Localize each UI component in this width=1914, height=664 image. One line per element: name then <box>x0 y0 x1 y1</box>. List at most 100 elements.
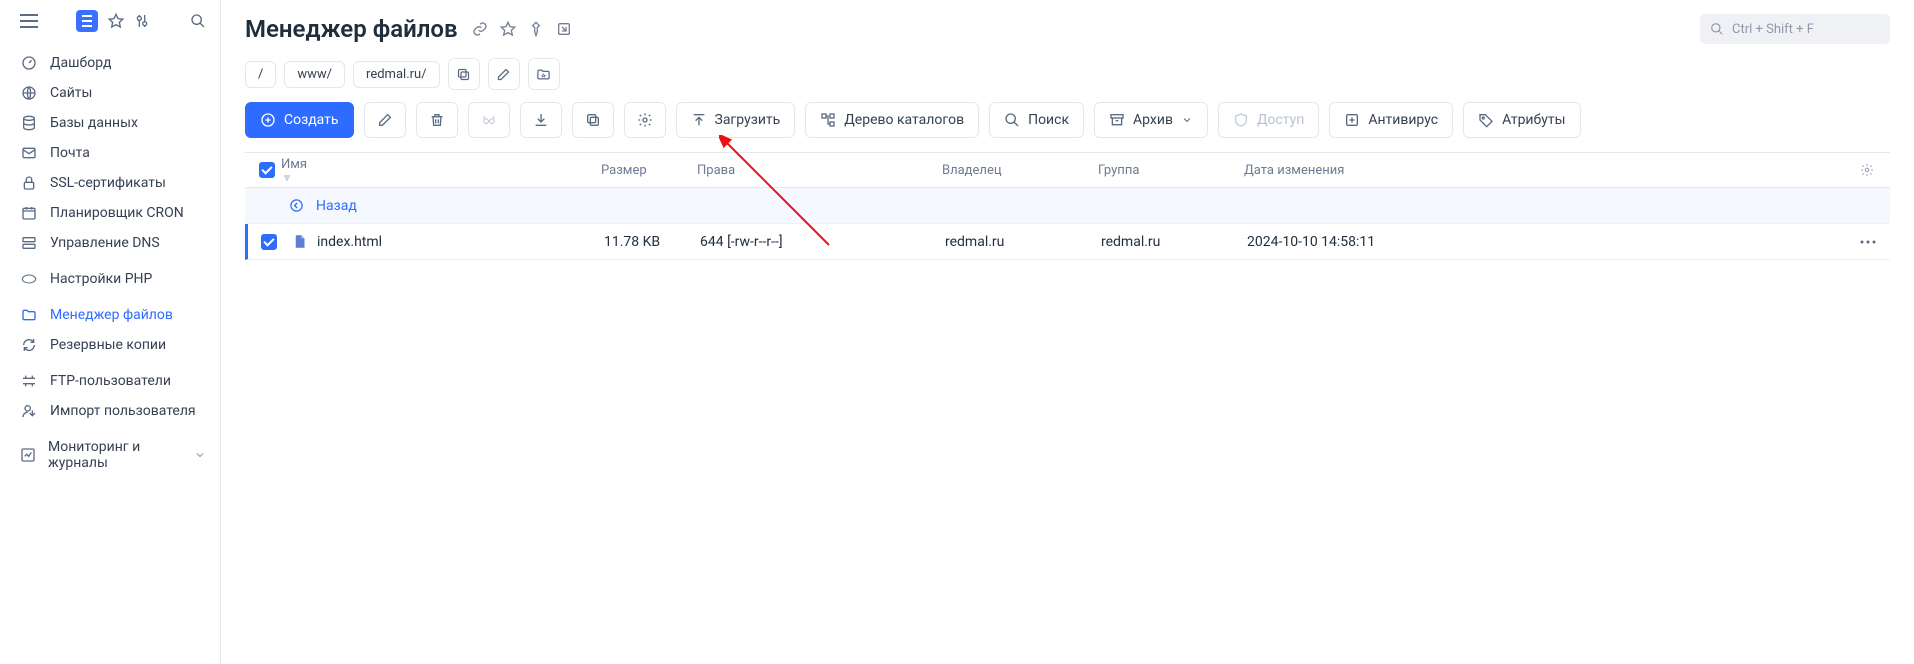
copy-button[interactable] <box>572 102 614 138</box>
file-date: 2024-10-10 14:58:11 <box>1247 234 1507 250</box>
sidebar-item-mail[interactable]: Почта <box>0 138 220 168</box>
global-search-input[interactable]: Ctrl + Shift + F <box>1700 14 1890 44</box>
expand-icon[interactable] <box>556 21 572 37</box>
preferences-icon[interactable] <box>134 13 150 29</box>
col-owner[interactable]: Владелец <box>942 163 1098 178</box>
tree-button[interactable]: Дерево каталогов <box>805 102 979 138</box>
download-button[interactable] <box>520 102 562 138</box>
gauge-icon <box>20 55 38 71</box>
attributes-button[interactable]: Атрибуты <box>1463 102 1580 138</box>
mail-icon <box>20 145 38 161</box>
sidebar-item-databases[interactable]: Базы данных <box>0 108 220 138</box>
sidebar-item-label: Почта <box>50 145 90 161</box>
upload-button[interactable]: Загрузить <box>676 102 796 138</box>
sidebar-item-file-manager[interactable]: Менеджер файлов <box>0 300 220 330</box>
antivirus-button[interactable]: Антивирус <box>1329 102 1453 138</box>
antivirus-label: Антивирус <box>1368 112 1438 128</box>
breadcrumb-www[interactable]: www/ <box>284 61 345 88</box>
edit-button[interactable] <box>364 102 406 138</box>
file-perm: 644 [-rw-r--r--] <box>700 234 945 250</box>
breadcrumb-domain[interactable]: redmal.ru/ <box>353 61 440 88</box>
sidebar-item-ssl[interactable]: SSL-сертификаты <box>0 168 220 198</box>
breadcrumb: / www/ redmal.ru/ <box>221 52 1914 102</box>
sidebar-item-label: Сайты <box>50 85 92 101</box>
tree-icon <box>820 112 836 128</box>
chevron-down-icon <box>1181 114 1193 126</box>
file-name: index.html <box>317 234 382 250</box>
pencil-icon <box>377 112 393 128</box>
back-row[interactable]: Назад <box>245 188 1890 224</box>
sidebar-item-label: Планировщик CRON <box>50 205 184 221</box>
tag-icon <box>1478 112 1494 128</box>
user-import-icon <box>20 403 38 419</box>
sidebar-item-label: Настройки PHP <box>50 271 152 287</box>
upload-label: Загрузить <box>715 112 781 128</box>
search-button[interactable]: Поиск <box>989 102 1084 138</box>
main-content: Менеджер файлов Ctrl + Shift + F / www/ … <box>221 0 1914 664</box>
sidebar-item-label: Резервные копии <box>50 337 166 353</box>
hamburger-icon[interactable] <box>20 14 38 28</box>
row-menu-icon[interactable] <box>1860 240 1890 244</box>
toolbar: Создать Загрузить Дерево каталогов Поиск <box>221 102 1914 152</box>
delete-button[interactable] <box>416 102 458 138</box>
globe-icon <box>20 85 38 101</box>
copy-icon <box>585 112 601 128</box>
archive-icon <box>1109 112 1125 128</box>
sidebar-item-label: FTP-пользователи <box>50 373 171 389</box>
table-settings-icon[interactable] <box>1860 163 1890 177</box>
col-perm[interactable]: Права <box>697 163 942 178</box>
select-all-checkbox[interactable] <box>259 162 275 178</box>
sidebar: Дашборд Сайты Базы данных Почта SSL-серт… <box>0 0 221 664</box>
star-icon[interactable] <box>500 21 516 37</box>
sidebar-item-monitoring[interactable]: Мониторинг и журналы <box>0 432 220 478</box>
sidebar-item-ftp[interactable]: FTP-пользователи <box>0 366 220 396</box>
table-row[interactable]: index.html 11.78 KB 644 [-rw-r--r--] red… <box>245 224 1890 260</box>
pin-icon[interactable] <box>528 21 544 37</box>
plus-circle-icon <box>260 112 276 128</box>
sidebar-item-label: Дашборд <box>50 55 111 71</box>
sidebar-item-cron[interactable]: Планировщик CRON <box>0 198 220 228</box>
download-icon <box>533 112 549 128</box>
search-label: Поиск <box>1028 112 1069 128</box>
tree-label: Дерево каталогов <box>844 112 964 128</box>
sidebar-item-dashboard[interactable]: Дашборд <box>0 48 220 78</box>
file-size: 11.78 KB <box>604 234 700 250</box>
create-button[interactable]: Создать <box>245 102 354 138</box>
php-icon <box>20 271 38 287</box>
file-group: redmal.ru <box>1101 234 1247 250</box>
breadcrumb-copy-button[interactable] <box>448 58 480 90</box>
sidebar-item-label: Управление DNS <box>50 235 160 251</box>
star-icon[interactable] <box>108 13 124 29</box>
breadcrumb-favorite-button[interactable] <box>528 58 560 90</box>
col-name[interactable]: Имя <box>281 157 601 184</box>
sidebar-item-php[interactable]: Настройки PHP <box>0 264 220 294</box>
row-checkbox[interactable] <box>261 234 277 250</box>
list-view-icon[interactable] <box>76 10 98 32</box>
back-label: Назад <box>316 198 357 214</box>
breadcrumb-root[interactable]: / <box>245 61 276 88</box>
sidebar-item-import[interactable]: Импорт пользователя <box>0 396 220 426</box>
ftp-icon <box>20 373 38 389</box>
chevron-down-icon <box>194 449 206 461</box>
col-size[interactable]: Размер <box>601 163 697 178</box>
col-group[interactable]: Группа <box>1098 163 1244 178</box>
breadcrumb-edit-button[interactable] <box>488 58 520 90</box>
view-button[interactable] <box>468 102 510 138</box>
database-icon <box>20 115 38 131</box>
sidebar-item-backups[interactable]: Резервные копии <box>0 330 220 360</box>
search-icon[interactable] <box>190 13 206 29</box>
link-icon[interactable] <box>472 21 488 37</box>
archive-button[interactable]: Архив <box>1094 102 1208 138</box>
sidebar-item-sites[interactable]: Сайты <box>0 78 220 108</box>
col-date[interactable]: Дата изменения <box>1244 163 1504 178</box>
access-button[interactable]: Доступ <box>1218 102 1319 138</box>
chart-icon <box>20 447 36 463</box>
file-icon <box>292 234 307 249</box>
sidebar-item-label: Мониторинг и журналы <box>48 439 182 471</box>
calendar-icon <box>20 205 38 221</box>
gear-icon <box>637 112 653 128</box>
sidebar-item-dns[interactable]: Управление DNS <box>0 228 220 258</box>
create-label: Создать <box>284 112 339 128</box>
settings-button[interactable] <box>624 102 666 138</box>
sidebar-item-label: Базы данных <box>50 115 138 131</box>
